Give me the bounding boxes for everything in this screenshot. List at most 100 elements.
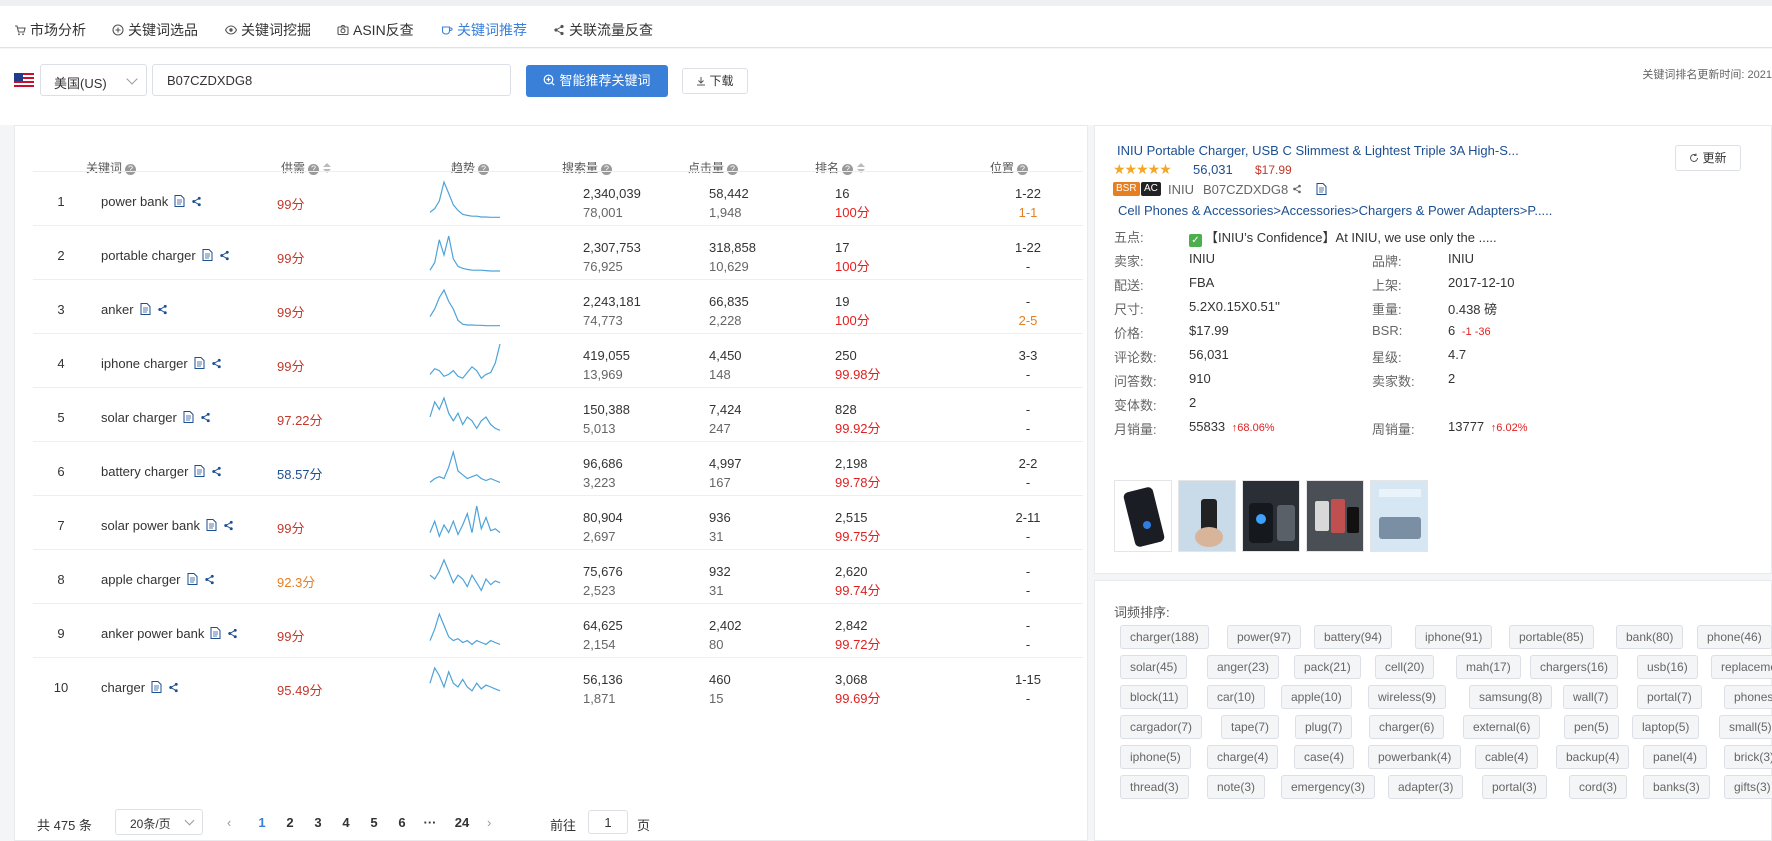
product-image-1[interactable] [1114, 480, 1172, 552]
word-tag[interactable]: replacement(11) [1711, 655, 1772, 679]
word-tag[interactable]: portal(3) [1482, 775, 1547, 799]
trend-sparkline[interactable] [427, 286, 503, 332]
trend-sparkline[interactable] [427, 448, 503, 494]
word-tag[interactable]: tape(7) [1221, 715, 1280, 739]
word-tag[interactable]: cord(3) [1569, 775, 1628, 799]
word-tag[interactable]: cell(20) [1375, 655, 1435, 679]
page-4[interactable]: 4 [336, 815, 356, 830]
refresh-button[interactable]: 更新 [1675, 145, 1741, 171]
word-tag[interactable]: pack(21) [1294, 655, 1361, 679]
word-tag[interactable]: car(10) [1207, 685, 1266, 709]
word-tag[interactable]: emergency(3) [1281, 775, 1376, 799]
word-tag[interactable]: power(97) [1227, 625, 1302, 649]
keyword-text[interactable]: apple charger [101, 572, 181, 587]
keyword-text[interactable]: power bank [101, 194, 168, 209]
document-icon[interactable] [174, 195, 185, 207]
document-icon[interactable] [194, 357, 205, 369]
word-tag[interactable]: external(6) [1463, 715, 1541, 739]
product-image-3[interactable] [1242, 480, 1300, 552]
word-tag[interactable]: bank(80) [1616, 625, 1684, 649]
country-select[interactable]: 美国(US) [40, 64, 147, 96]
word-tag[interactable]: wireless(9) [1368, 685, 1447, 709]
document-icon[interactable] [206, 519, 217, 531]
word-tag[interactable]: block(11) [1120, 685, 1189, 709]
share-icon[interactable] [200, 412, 211, 423]
category-breadcrumb[interactable]: Cell Phones & Accessories>Accessories>Ch… [1118, 203, 1552, 218]
word-tag[interactable]: gifts(3) [1724, 775, 1772, 799]
page-6[interactable]: 6 [392, 815, 412, 830]
share-icon[interactable] [211, 358, 222, 369]
word-tag[interactable]: iphone(91) [1415, 625, 1493, 649]
word-tag[interactable]: note(3) [1207, 775, 1266, 799]
share-icon[interactable] [191, 196, 202, 207]
word-tag[interactable]: plug(7) [1295, 715, 1353, 739]
word-tag[interactable]: brick(3) [1724, 745, 1772, 769]
tab-related-traffic[interactable]: 关联流量反查 [553, 20, 653, 40]
word-tag[interactable]: mah(17) [1456, 655, 1521, 679]
word-tag[interactable]: laptop(5) [1632, 715, 1700, 739]
review-count-link[interactable]: 56,031 [1193, 162, 1233, 177]
keyword-text[interactable]: anker [101, 302, 134, 317]
word-tag[interactable]: solar(45) [1120, 655, 1188, 679]
share-icon[interactable] [223, 520, 234, 531]
word-tag[interactable]: battery(94) [1314, 625, 1393, 649]
share-icon[interactable] [227, 628, 238, 639]
share-icon[interactable] [157, 304, 168, 315]
page-3[interactable]: 3 [308, 815, 328, 830]
page-5[interactable]: 5 [364, 815, 384, 830]
word-tag[interactable]: adapter(3) [1388, 775, 1464, 799]
goto-page-input[interactable]: 1 [588, 810, 628, 834]
share-icon[interactable] [1292, 184, 1302, 194]
product-image-2[interactable] [1178, 480, 1236, 552]
page-1[interactable]: 1 [252, 815, 272, 830]
word-tag[interactable]: phone(46) [1697, 625, 1772, 649]
word-tag[interactable]: banks(3) [1643, 775, 1710, 799]
word-tag[interactable]: usb(16) [1637, 655, 1698, 679]
word-tag[interactable]: pen(5) [1564, 715, 1619, 739]
keyword-text[interactable]: solar power bank [101, 518, 200, 533]
word-tag[interactable]: charger(6) [1369, 715, 1445, 739]
tab-keyword-mining[interactable]: 关键词挖掘 [225, 20, 311, 40]
document-icon[interactable] [187, 573, 198, 585]
product-image-4[interactable] [1306, 480, 1364, 552]
trend-sparkline[interactable] [427, 178, 503, 224]
document-icon[interactable] [210, 627, 221, 639]
word-tag[interactable]: chargers(16) [1530, 655, 1619, 679]
word-tag[interactable]: powerbank(4) [1368, 745, 1462, 769]
document-icon[interactable] [1316, 183, 1327, 195]
word-tag[interactable]: charge(4) [1207, 745, 1279, 769]
trend-sparkline[interactable] [427, 340, 503, 386]
asin-input[interactable]: B07CZDXDG8 [152, 64, 511, 96]
keyword-text[interactable]: iphone charger [101, 356, 188, 371]
trend-sparkline[interactable] [427, 556, 503, 602]
share-icon[interactable] [204, 574, 215, 585]
word-tag[interactable]: backup(4) [1556, 745, 1630, 769]
next-page-button[interactable]: › [487, 815, 491, 830]
document-icon[interactable] [194, 465, 205, 477]
word-tag[interactable]: portal(7) [1637, 685, 1702, 709]
word-tag[interactable]: anger(23) [1207, 655, 1280, 679]
prev-page-button[interactable]: ‹ [227, 815, 231, 830]
tab-keyword-recommend[interactable]: 关键词推荐 [441, 20, 527, 52]
download-button[interactable]: 下载 [682, 68, 748, 94]
document-icon[interactable] [183, 411, 194, 423]
word-tag[interactable]: cable(4) [1475, 745, 1539, 769]
word-tag[interactable]: panel(4) [1643, 745, 1708, 769]
tab-keyword-selection[interactable]: 关键词选品 [112, 20, 198, 40]
word-tag[interactable]: portable(85) [1509, 625, 1594, 649]
smart-recommend-button[interactable]: 智能推荐关键词 [526, 65, 668, 97]
share-icon[interactable] [211, 466, 222, 477]
share-icon[interactable] [219, 250, 230, 261]
word-tag[interactable]: iphone(5) [1120, 745, 1191, 769]
word-tag[interactable]: samsung(8) [1469, 685, 1553, 709]
share-icon[interactable] [168, 682, 179, 693]
product-title-link[interactable]: INIU Portable Charger, USB C Slimmest & … [1117, 143, 1519, 158]
word-tag[interactable]: apple(10) [1281, 685, 1352, 709]
tab-market-analysis[interactable]: 市场分析 [14, 20, 86, 40]
word-tag[interactable]: wall(7) [1563, 685, 1619, 709]
document-icon[interactable] [140, 303, 151, 315]
page-ellipsis[interactable]: ··· [420, 815, 440, 830]
trend-sparkline[interactable] [427, 502, 503, 548]
page-2[interactable]: 2 [280, 815, 300, 830]
keyword-text[interactable]: battery charger [101, 464, 188, 479]
